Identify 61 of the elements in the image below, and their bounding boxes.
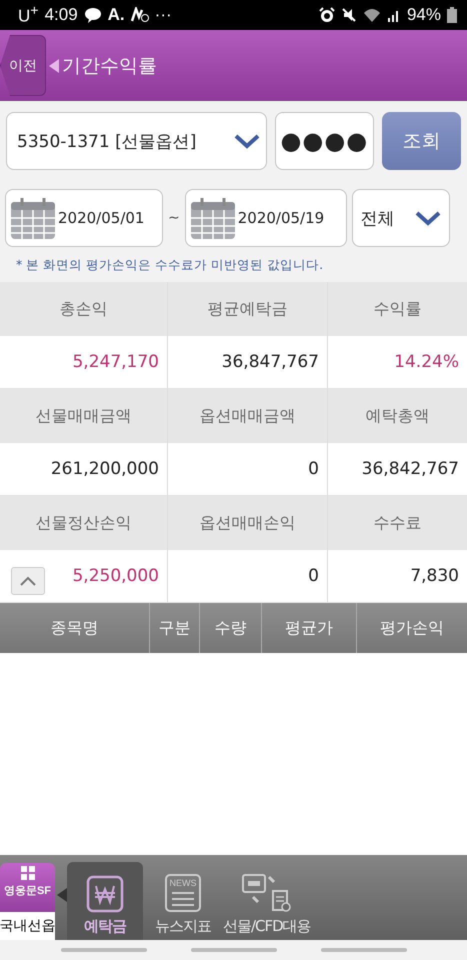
wifi-icon bbox=[362, 7, 381, 23]
column-header: 구분 bbox=[150, 603, 200, 653]
nav-item[interactable]: 선물/CFD대용 bbox=[223, 862, 311, 940]
column-header: 종목명 bbox=[0, 603, 150, 653]
column-label: 수익률 bbox=[328, 282, 467, 336]
mute-icon bbox=[340, 7, 357, 23]
column-header: 수량 bbox=[200, 603, 262, 653]
column-label: 옵션매매금액 bbox=[168, 389, 328, 443]
value-cell: 0 bbox=[168, 443, 328, 496]
value-cell: 0 bbox=[168, 550, 328, 603]
page-title: 기간수익률 bbox=[62, 54, 157, 78]
transfer-icon bbox=[240, 873, 293, 913]
app-letter: A. bbox=[108, 5, 125, 25]
column-label: 총손익 bbox=[0, 282, 168, 336]
range-separator: ~ bbox=[168, 210, 180, 226]
filter-dropdown[interactable]: 전체 bbox=[352, 189, 450, 247]
column-label: 예탁총액 bbox=[328, 389, 467, 443]
notice-text: * 본 화면의 평가손익은 수수료가 미반영된 값입니다. bbox=[0, 255, 467, 282]
battery-icon bbox=[447, 7, 457, 23]
column-label: 수수료 bbox=[328, 496, 467, 550]
column-label: 평균예탁금 bbox=[168, 282, 328, 336]
carrier-label: U$^{+}$ bbox=[18, 3, 39, 27]
scroll-up-button[interactable] bbox=[11, 567, 45, 595]
more-label: ··· bbox=[154, 5, 172, 25]
date-field[interactable]: 2020/05/19 bbox=[184, 189, 347, 247]
column-header: 평가손익 bbox=[379, 616, 445, 638]
notification-icon bbox=[130, 7, 149, 23]
chevron-up-icon bbox=[19, 575, 37, 587]
value-cell: 5,247,170 bbox=[0, 336, 168, 389]
value-cell: 261,200,000 bbox=[0, 443, 168, 496]
calendar-icon bbox=[190, 196, 236, 240]
column-label: 선물정산손익 bbox=[0, 496, 168, 550]
calendar-icon bbox=[10, 196, 56, 240]
gesture-handle[interactable] bbox=[190, 948, 276, 952]
brand-button[interactable]: 영웅문SF bbox=[0, 863, 55, 912]
back-button[interactable]: 이전 bbox=[0, 35, 46, 96]
chevron-down-icon bbox=[234, 133, 260, 149]
brand-label: 국내선옵 bbox=[0, 912, 55, 940]
date-field[interactable]: 2020/05/01 bbox=[5, 189, 163, 247]
gesture-handle[interactable] bbox=[60, 948, 146, 952]
chevron-down-icon bbox=[414, 210, 441, 226]
grid-icon bbox=[20, 865, 36, 881]
value-cell: 36,847,767 bbox=[168, 336, 328, 389]
column-header: 평균가 bbox=[262, 603, 357, 653]
newspaper-icon: NEWS bbox=[164, 873, 202, 913]
battery-percent: 94% bbox=[406, 5, 441, 25]
triangle-icon bbox=[49, 58, 59, 72]
account-dropdown[interactable]: 5350-1371 [선물옵션] bbox=[6, 112, 268, 170]
clock: 4:09 bbox=[44, 5, 78, 25]
chat-icon bbox=[84, 7, 102, 23]
value-cell: 5,250,000 bbox=[0, 550, 168, 603]
search-button[interactable]: 조회 bbox=[382, 112, 461, 170]
alarm-icon bbox=[318, 7, 335, 23]
triangle-icon bbox=[57, 888, 67, 902]
password-field[interactable]: ●●●● bbox=[275, 112, 374, 170]
won-icon bbox=[86, 875, 124, 913]
nav-item[interactable]: NEWS 뉴스지표 bbox=[145, 862, 221, 940]
column-label: 옵션매매손익 bbox=[168, 496, 328, 550]
nav-item[interactable]: 예탁금 bbox=[67, 862, 143, 940]
column-label: 선물매매금액 bbox=[0, 389, 168, 443]
gesture-handle[interactable] bbox=[320, 948, 406, 952]
